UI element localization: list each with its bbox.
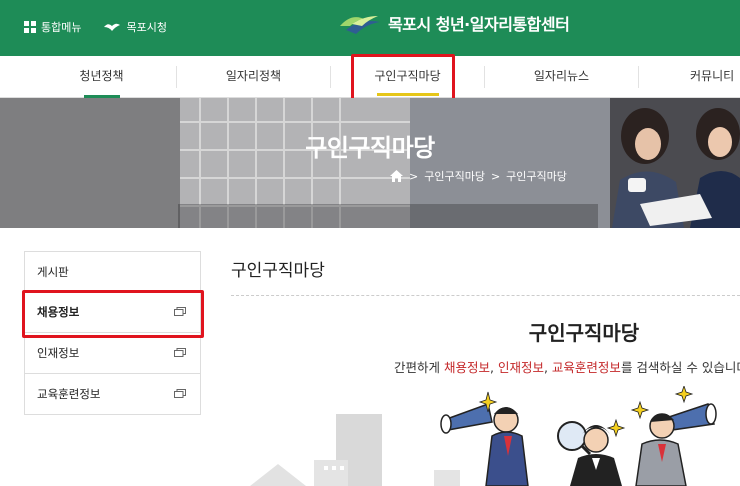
desc-text: 간편하게 xyxy=(394,360,444,375)
sidebar-item-training-info[interactable]: 교육훈련정보 xyxy=(24,374,201,415)
logo-mark-icon xyxy=(340,16,380,34)
talent-info-link[interactable]: 인재정보 xyxy=(498,360,544,375)
breadcrumb-item[interactable]: 구인구직마당 xyxy=(424,168,485,184)
sidebar-item-label: 교육훈련정보 xyxy=(37,387,101,401)
top-bar: 통합메뉴 목포시청 목포시 청년·일자리통합센터 xyxy=(0,0,740,56)
page-title: 구인구직마당 xyxy=(231,261,325,281)
new-window-icon xyxy=(174,348,186,357)
hero-background-image xyxy=(0,98,740,228)
highlight-box-sidebar xyxy=(22,290,204,338)
training-info-link[interactable]: 교육훈련정보 xyxy=(552,360,621,375)
new-window-icon xyxy=(174,389,186,398)
sidebar-item-talent-info[interactable]: 인재정보 xyxy=(24,333,201,374)
nav-item-job-news[interactable]: 일자리뉴스 xyxy=(484,56,639,98)
desc-text: , xyxy=(490,360,498,375)
title-divider xyxy=(231,295,740,296)
job-info-link[interactable]: 채용정보 xyxy=(444,360,490,375)
integrated-menu-button[interactable]: 통합메뉴 xyxy=(24,19,81,35)
nav-item-label: 일자리정책 xyxy=(225,69,282,83)
breadcrumb-separator: > xyxy=(409,169,419,183)
nav-item-community[interactable]: 커뮤니티 xyxy=(638,56,740,98)
home-icon[interactable] xyxy=(390,170,403,182)
desc-text: , xyxy=(543,360,552,375)
highlight-box-nav xyxy=(351,54,455,104)
job-search-illustration xyxy=(250,386,717,486)
breadcrumb-separator: > xyxy=(490,169,501,183)
breadcrumb: > 구인구직마당 > 구인구직마당 xyxy=(390,168,567,184)
section-title: 구인구직마당 xyxy=(528,321,640,345)
mokpo-city-link[interactable]: 목포시청 xyxy=(103,19,167,35)
nav-item-job-policy[interactable]: 일자리정책 xyxy=(176,56,331,98)
section-description: 간편하게 채용정보, 인재정보, 교육훈련정보를 검색하실 수 있습니다 xyxy=(394,357,740,376)
desc-text: 를 검색하실 수 있습니다 xyxy=(620,360,740,375)
integrated-menu-label: 통합메뉴 xyxy=(41,21,82,34)
sidebar-item-board[interactable]: 게시판 xyxy=(24,251,201,292)
sidebar-item-label: 인재정보 xyxy=(37,346,80,360)
nav-item-label: 커뮤니티 xyxy=(690,69,735,83)
nav-item-label: 일자리뉴스 xyxy=(533,69,590,83)
nav-item-youth-policy[interactable]: 청년정책 xyxy=(24,56,179,98)
site-logo[interactable]: 목포시 청년·일자리통합센터 xyxy=(338,10,570,36)
logo-text: 목포시 청년·일자리통합센터 xyxy=(388,15,570,34)
grid-menu-icon xyxy=(24,21,36,33)
sidebar-item-label: 게시판 xyxy=(37,265,69,279)
hero-title: 구인구직마당 xyxy=(305,134,435,162)
nav-item-label: 청년정책 xyxy=(79,69,124,83)
city-bird-icon xyxy=(104,23,121,31)
breadcrumb-item[interactable]: 구인구직마당 xyxy=(506,168,567,184)
top-left-links: 통합메뉴 목포시청 xyxy=(24,19,167,35)
hero-banner: 구인구직마당 > 구인구직마당 > 구인구직마당 xyxy=(0,98,740,228)
mokpo-city-label: 목포시청 xyxy=(126,21,167,34)
